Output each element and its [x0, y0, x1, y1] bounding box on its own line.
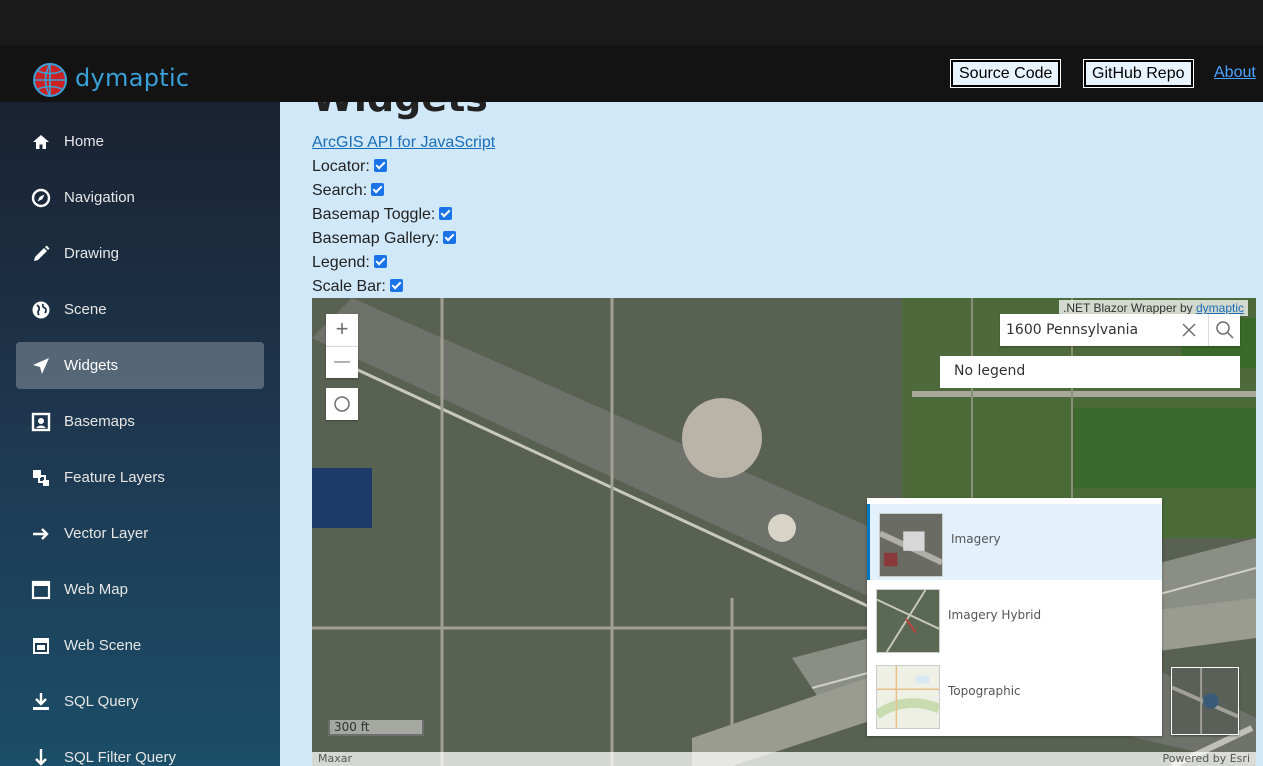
locator-checkbox[interactable] — [373, 159, 387, 172]
browser-icon — [33, 638, 49, 654]
window-icon — [31, 580, 51, 600]
window-top-strip — [0, 0, 1263, 45]
sidebar-item-widgets[interactable]: Widgets — [16, 342, 264, 389]
basemap-toggle-label: Basemap Toggle: — [312, 206, 436, 223]
legend-toggle-row: Legend: — [312, 254, 387, 272]
search-toggle-row: Search: — [312, 182, 385, 200]
attribution-bottom: Maxar Powered by Esri — [312, 752, 1256, 766]
basemap-gallery: Imagery Imagery Hybrid Topographic — [867, 498, 1162, 736]
sidebar-item-navigation[interactable]: Navigation — [16, 174, 264, 221]
gallery-item-imagery[interactable]: Imagery — [867, 504, 1162, 580]
sidebar-item-web-map[interactable]: Web Map — [16, 566, 264, 613]
scale-bar-label: Scale Bar: — [312, 278, 386, 295]
scale-bar-checkbox[interactable] — [389, 279, 403, 292]
sidebar-item-label: Navigation — [64, 189, 135, 206]
image-frame-icon — [31, 412, 51, 432]
sidebar-item-label: Scene — [64, 301, 107, 318]
sidebar-item-label: Widgets — [64, 357, 119, 374]
sidebar-item-label: Vector Layer — [64, 525, 149, 542]
attribution-source: Maxar — [318, 752, 353, 765]
sidebar-item-label: SQL Query — [64, 693, 139, 710]
locate-circle-icon — [334, 396, 350, 412]
clear-x-icon[interactable] — [1178, 319, 1200, 341]
brand-name[interactable]: dymaptic — [75, 64, 189, 92]
attribution-prefix: .NET Blazor Wrapper by — [1063, 301, 1196, 315]
layers-icon — [33, 470, 49, 486]
page-title: Widgets — [312, 102, 488, 120]
about-link[interactable]: About — [1214, 64, 1256, 82]
dymaptic-logo-icon — [33, 63, 67, 97]
home-icon — [33, 135, 49, 149]
main-content: Widgets ArcGIS API for JavaScript Locato… — [280, 102, 1263, 766]
arrow-down-icon — [35, 749, 47, 766]
search-input[interactable] — [1006, 320, 1176, 340]
sidebar-item-home[interactable]: Home — [16, 118, 264, 165]
pencil-icon — [34, 245, 50, 261]
basemap-gallery-label: Basemap Gallery: — [312, 230, 440, 247]
sidebar-item-label: Home — [64, 133, 105, 150]
sidebar-item-scene[interactable]: Scene — [16, 286, 264, 333]
search-checkbox[interactable] — [371, 183, 385, 196]
search-icon — [1216, 321, 1234, 339]
zoom-in-button[interactable]: + — [326, 314, 358, 346]
download-icon — [33, 693, 49, 710]
gallery-item-topographic[interactable]: Topographic — [867, 656, 1162, 732]
gallery-item-label: Imagery — [951, 532, 1001, 546]
compass-icon — [31, 188, 51, 208]
imagery-thumbnail — [879, 513, 943, 577]
basemap-gallery-checkbox[interactable] — [443, 231, 457, 244]
sidebar-item-drawing[interactable]: Drawing — [16, 230, 264, 277]
basemap-toggle-checkbox[interactable] — [439, 207, 453, 220]
scale-bar-toggle-row: Scale Bar: — [312, 278, 403, 296]
gallery-item-label: Imagery Hybrid — [948, 608, 1042, 622]
sidebar-item-label: Web Scene — [64, 637, 142, 654]
sidebar-item-label: Drawing — [64, 245, 120, 262]
basemap-toggle-row: Basemap Toggle: — [312, 206, 453, 224]
dymaptic-attribution-link[interactable]: dymaptic — [1196, 301, 1244, 315]
search-label: Search: — [312, 182, 368, 199]
sidebar-item-feature-layers[interactable]: Feature Layers — [16, 454, 264, 501]
imagery-hybrid-thumbnail — [876, 589, 940, 653]
gallery-item-label: Topographic — [948, 684, 1021, 698]
location-arrow-icon — [33, 358, 49, 374]
locate-button[interactable] — [326, 388, 358, 420]
sidebar-item-web-scene[interactable]: Web Scene — [16, 622, 264, 669]
powered-by-esri[interactable]: Powered by Esri — [1162, 752, 1250, 765]
sidebar-item-sql-filter-query[interactable]: SQL Filter Query — [16, 734, 264, 766]
github-repo-button[interactable]: GitHub Repo — [1083, 59, 1194, 88]
sidebar-item-basemaps[interactable]: Basemaps — [16, 398, 264, 445]
search-widget — [1000, 314, 1240, 346]
sidebar-item-label: Feature Layers — [64, 469, 165, 486]
map-view[interactable]: .NET Blazor Wrapper by dymaptic + — No l… — [312, 298, 1256, 766]
search-button[interactable] — [1208, 314, 1240, 346]
zoom-out-button[interactable]: — — [326, 346, 358, 378]
globe-icon — [32, 301, 50, 319]
sidebar-item-label: Web Map — [64, 581, 128, 598]
arcgis-api-link[interactable]: ArcGIS API for JavaScript — [312, 134, 495, 152]
source-code-button[interactable]: Source Code — [949, 59, 1062, 88]
gallery-item-imagery-hybrid[interactable]: Imagery Hybrid — [867, 580, 1162, 656]
sidebar: Home Navigation Drawing Scene Widgets Ba… — [0, 102, 280, 766]
locator-label: Locator: — [312, 158, 370, 175]
basemap-gallery-row: Basemap Gallery: — [312, 230, 457, 248]
topographic-thumbnail — [876, 665, 940, 729]
sidebar-item-vector-layer[interactable]: Vector Layer — [16, 510, 264, 557]
scale-bar: 300 ft — [328, 720, 424, 736]
legend-checkbox[interactable] — [373, 255, 387, 268]
sidebar-item-label: Basemaps — [64, 413, 135, 430]
locator-toggle-row: Locator: — [312, 158, 387, 176]
legend-label: Legend: — [312, 254, 370, 271]
legend-panel: No legend — [940, 356, 1240, 388]
sidebar-item-sql-query[interactable]: SQL Query — [16, 678, 264, 725]
basemap-toggle-button[interactable] — [1171, 667, 1239, 735]
arrow-right-icon — [33, 528, 49, 540]
sidebar-item-label: SQL Filter Query — [64, 749, 176, 766]
